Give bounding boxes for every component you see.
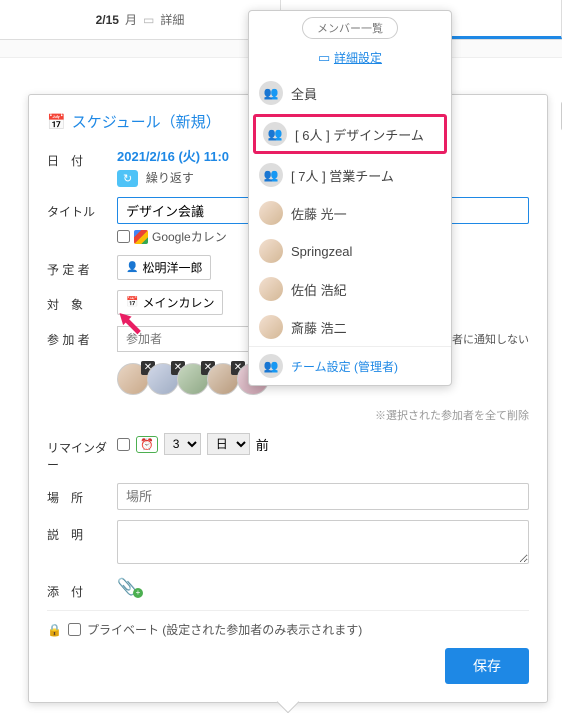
team-icon: 👥	[259, 354, 283, 378]
attachment-icon[interactable]: 📎	[117, 579, 137, 596]
dropdown-item[interactable]: 👥 [ 7人 ] 営業チーム	[249, 156, 451, 194]
dropdown-item-label: 佐藤 光一	[291, 204, 347, 223]
google-calendar-icon	[134, 230, 148, 244]
dropdown-settings-link[interactable]: ▭ 詳細設定	[249, 45, 451, 74]
location-input[interactable]	[117, 483, 529, 510]
dropdown-item-label: 斎藤 浩二	[291, 318, 347, 337]
private-label: プライベート (設定された参加者のみ表示されます)	[87, 621, 362, 638]
repeat-button[interactable]: ↻	[117, 170, 138, 187]
avatar-icon	[259, 315, 283, 339]
calendar-icon: 📅	[47, 113, 66, 131]
dropdown-item-label: [ 7人 ] 営業チーム	[291, 166, 394, 185]
dropdown-item-label: Springzeal	[291, 244, 352, 259]
modal-pointer-icon	[277, 691, 300, 713]
description-textarea[interactable]	[117, 520, 529, 564]
label-organizer: 予 定 者	[47, 255, 117, 278]
label-attachment: 添 付	[47, 577, 117, 600]
window-icon: ▭	[318, 50, 330, 65]
dropdown-item[interactable]: 斎藤 浩二	[249, 308, 451, 346]
dropdown-footer-link[interactable]: 👥 チーム設定 (管理者)	[249, 346, 451, 385]
label-location: 場 所	[47, 483, 117, 506]
dropdown-item[interactable]: 佐伯 浩紀	[249, 270, 451, 308]
dropdown-item[interactable]: 👥 [ 6人 ] デザインチーム	[253, 114, 447, 154]
private-checkbox[interactable]	[68, 623, 81, 636]
save-button[interactable]: 保存	[445, 648, 529, 684]
avatar-icon	[259, 201, 283, 225]
person-icon: 👤	[126, 262, 138, 273]
group-icon: 👥	[259, 163, 283, 187]
avatar-icon	[259, 239, 283, 263]
refresh-icon: ↻	[123, 172, 132, 185]
dropdown-header: メンバー一覧	[249, 11, 451, 45]
reminder-suffix: 前	[256, 435, 269, 454]
avatar-icon	[259, 277, 283, 301]
dropdown-item[interactable]: 👥 全員	[249, 74, 451, 112]
label-description: 説 明	[47, 520, 117, 543]
lock-icon: 🔒	[47, 623, 62, 637]
group-icon: 👥	[259, 81, 283, 105]
target-chip[interactable]: 📅 メインカレン	[117, 290, 223, 315]
label-title: タイトル	[47, 197, 117, 220]
date-tab-left[interactable]: 2/15月 ▭ 詳細	[0, 0, 281, 39]
reminder-unit-select[interactable]: 日	[207, 433, 250, 455]
organizer-chip[interactable]: 👤 松明洋一郎	[117, 255, 211, 280]
detail-icon: ▭	[143, 13, 154, 27]
dropdown-item-label: 佐伯 浩紀	[291, 280, 347, 299]
gcal-checkbox[interactable]	[117, 230, 130, 243]
label-target: 対 象	[47, 290, 117, 313]
calendar-small-icon: 📅	[126, 297, 138, 308]
reminder-number-select[interactable]: 3	[164, 433, 201, 455]
dropdown-item-label: 全員	[291, 84, 317, 103]
label-reminder: リマインダー	[47, 433, 117, 473]
group-icon: 👥	[263, 122, 287, 146]
dropdown-item-label: [ 6人 ] デザインチーム	[295, 125, 424, 144]
dropdown-item[interactable]: Springzeal	[249, 232, 451, 270]
label-date: 日 付	[47, 146, 117, 169]
reminder-checkbox[interactable]	[117, 438, 130, 451]
clock-icon: ⏰	[136, 436, 158, 453]
remove-all-link[interactable]: ※選択された参加者を全て削除	[117, 407, 529, 423]
gcal-label: Googleカレン	[152, 228, 227, 245]
repeat-label: 繰り返す	[146, 171, 194, 185]
label-participants: 参 加 者	[47, 325, 117, 348]
dropdown-item[interactable]: 佐藤 光一	[249, 194, 451, 232]
member-dropdown: メンバー一覧 ▭ 詳細設定 👥全員👥[ 6人 ] デザインチーム👥[ 7人 ] …	[248, 10, 452, 386]
